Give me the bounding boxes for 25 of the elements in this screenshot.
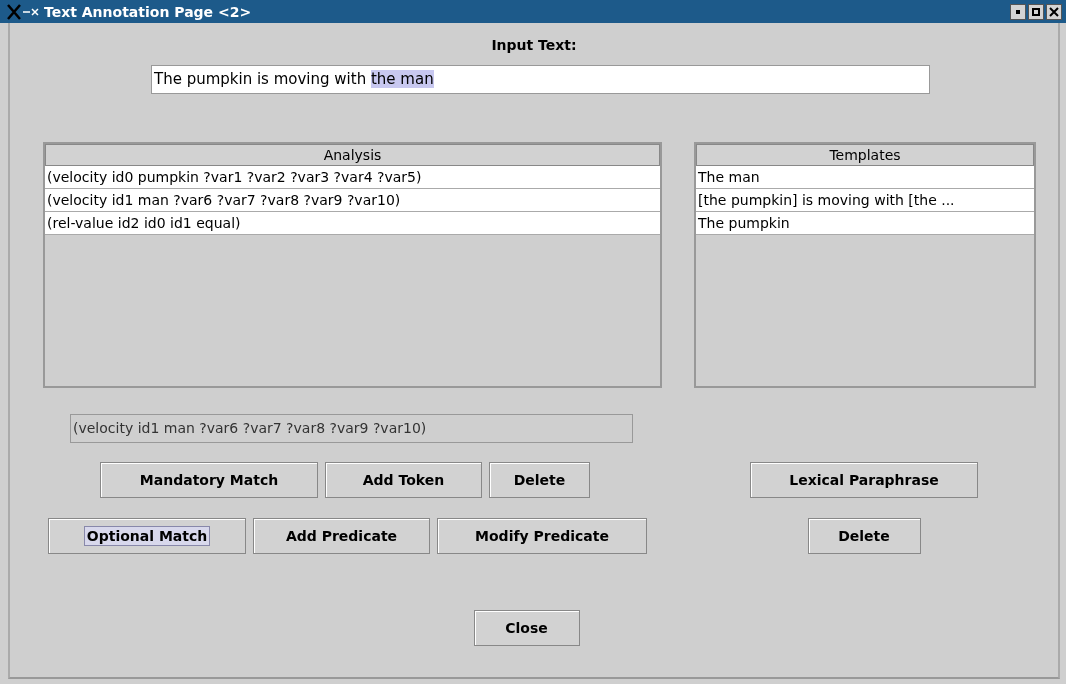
window-title: Text Annotation Page <2> [44, 3, 253, 20]
action-button[interactable]: Optional Match [48, 518, 246, 554]
action-button[interactable]: Add Token [325, 462, 482, 498]
input-field[interactable]: The pumpkin is moving with the man [151, 65, 930, 94]
minimize-button[interactable] [1010, 3, 1026, 20]
action-button[interactable]: Add Predicate [253, 518, 430, 554]
predicate-field[interactable]: (velocity id1 man ?var6 ?var7 ?var8 ?var9 ?var10) [70, 414, 633, 443]
column-header[interactable]: Templates [696, 144, 1034, 166]
table-row[interactable]: [the pumpkin] is moving with [the ... [696, 189, 1034, 212]
table-row[interactable]: (velocity id1 man ?var6 ?var7 ?var8 ?var9 ?var10) [45, 189, 660, 212]
input-label: Input Text: [490, 37, 578, 53]
x-logo-icon [6, 3, 40, 20]
column-header[interactable]: Analysis [45, 144, 660, 166]
table-row[interactable]: (rel-value id2 id0 id1 equal) [45, 212, 660, 235]
close-button[interactable]: Close [473, 610, 580, 646]
action-button[interactable]: Modify Predicate [437, 518, 647, 554]
table-row[interactable]: (velocity id0 pumpkin ?var1 ?var2 ?var3 ?var4 ?var5) [45, 166, 660, 189]
maximize-button[interactable] [1028, 3, 1044, 20]
table-row[interactable]: The man [696, 166, 1034, 189]
template-button[interactable]: Delete [807, 518, 921, 554]
action-button[interactable]: Mandatory Match [100, 462, 318, 498]
close-icon[interactable] [1046, 3, 1062, 20]
template-button[interactable]: Lexical Paraphrase [750, 462, 978, 498]
action-button[interactable]: Delete [489, 462, 590, 498]
table-row[interactable]: The pumpkin [696, 212, 1034, 235]
